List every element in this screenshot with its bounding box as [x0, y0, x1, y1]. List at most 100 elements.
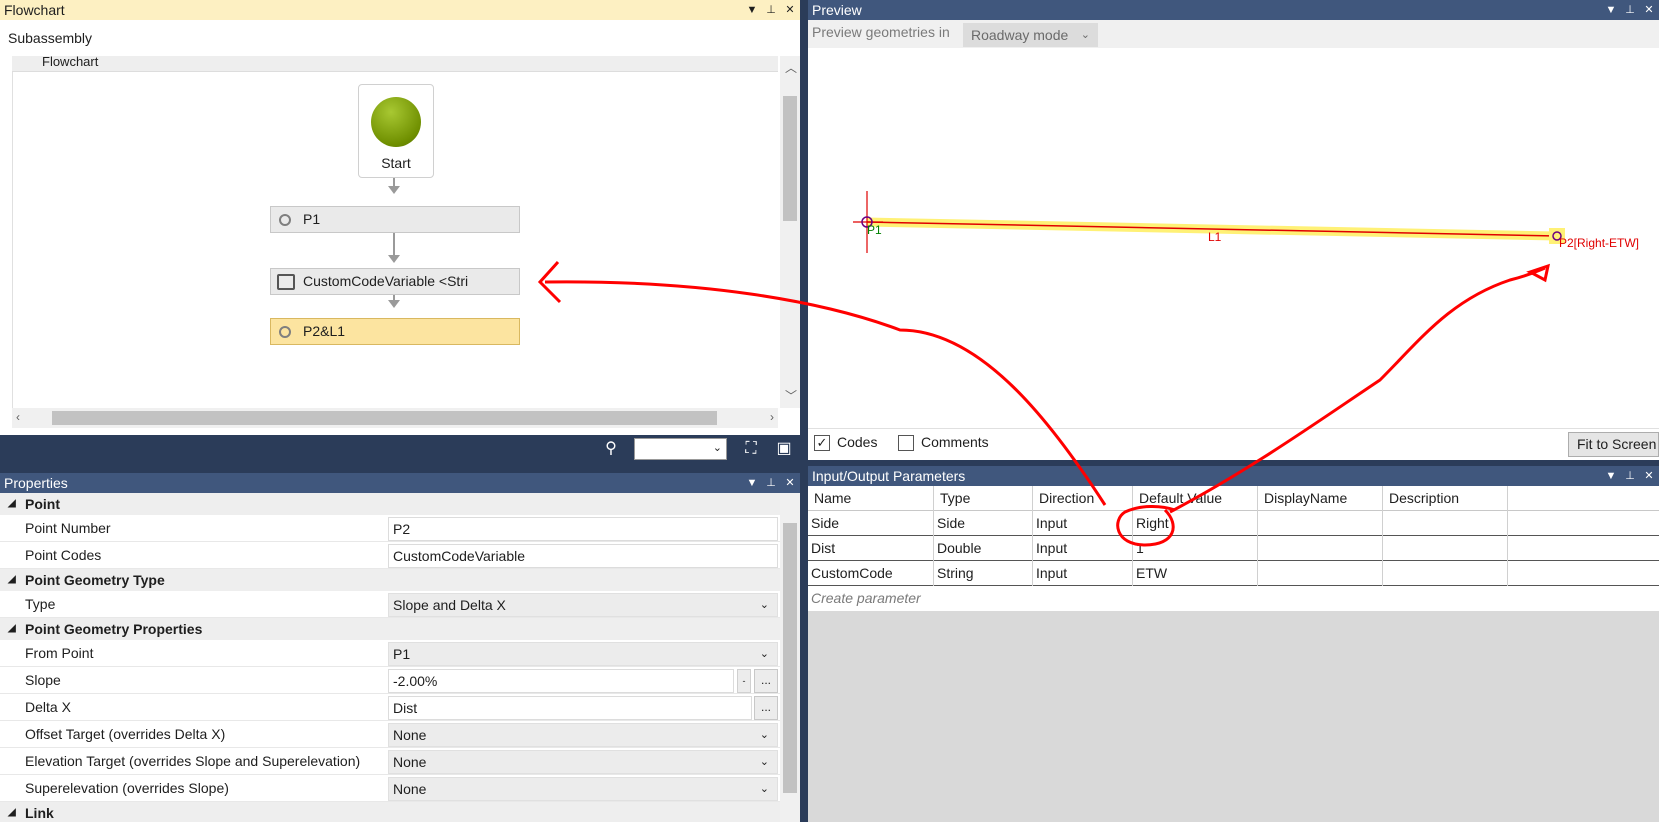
chevron-down-icon: ⌄: [759, 729, 769, 741]
cell-default-value[interactable]: ETW: [1133, 561, 1258, 586]
dropdown-icon[interactable]: ▼: [1605, 0, 1617, 20]
column-header-default-value[interactable]: Default Value: [1133, 486, 1258, 511]
cell-name[interactable]: CustomCode: [808, 561, 934, 586]
column-header-description[interactable]: Description: [1383, 486, 1508, 511]
dropdown-icon[interactable]: ▼: [746, 473, 758, 493]
table-row[interactable]: Dist Double Input 1: [808, 536, 1659, 561]
cell-type[interactable]: Double: [934, 536, 1033, 561]
cell-displayname[interactable]: [1258, 561, 1383, 586]
point-codes-field[interactable]: CustomCodeVariable: [388, 544, 778, 568]
start-node[interactable]: Start: [358, 84, 434, 178]
search-icon[interactable]: ⚲: [601, 439, 621, 459]
collapse-triangle-icon[interactable]: ◢: [8, 618, 16, 640]
column-header-type[interactable]: Type: [934, 486, 1033, 511]
dropdown-icon[interactable]: ▼: [1605, 466, 1617, 486]
scroll-up-icon[interactable]: ︿: [785, 59, 797, 76]
column-header-direction[interactable]: Direction: [1033, 486, 1133, 511]
preview-mode-select[interactable]: Roadway mode ⌄: [963, 23, 1098, 47]
cell-displayname[interactable]: [1258, 536, 1383, 561]
codes-checkbox[interactable]: ✓: [814, 435, 830, 451]
cell-type[interactable]: String: [934, 561, 1033, 586]
group-point[interactable]: ◢ Point: [0, 493, 780, 515]
cell-description[interactable]: [1383, 511, 1508, 536]
l1-label: L1: [1208, 230, 1222, 244]
cell-description[interactable]: [1383, 561, 1508, 586]
type-select[interactable]: Slope and Delta X ⌄: [388, 593, 778, 617]
preview-canvas[interactable]: P1 L1 P2[Right-ETW]: [808, 48, 1659, 428]
connector-arrow: [388, 255, 400, 263]
point-node-icon: [279, 326, 291, 338]
flow-node-customcodevariable[interactable]: CustomCodeVariable <Stri: [270, 268, 520, 295]
cell-name[interactable]: Side: [808, 511, 934, 536]
p1-label: P1: [867, 223, 882, 237]
zoom-dropdown[interactable]: ⌄: [634, 438, 727, 460]
from-point-select[interactable]: P1 ⌄: [388, 642, 778, 666]
fit-to-screen-button[interactable]: Fit to Screen: [1568, 432, 1659, 457]
properties-title: Properties: [4, 475, 68, 491]
comments-checkbox[interactable]: [898, 435, 914, 451]
point-number-field[interactable]: P2: [388, 517, 778, 541]
elevation-target-select[interactable]: None ⌄: [388, 750, 778, 774]
close-icon[interactable]: ✕: [1643, 466, 1655, 486]
io-title: Input/Output Parameters: [812, 468, 966, 484]
fit-view-icon[interactable]: ⛶: [741, 439, 761, 459]
offset-target-select[interactable]: None ⌄: [388, 723, 778, 747]
scrollbar-thumb[interactable]: [52, 411, 717, 425]
cell-default-value[interactable]: Right: [1133, 511, 1258, 536]
group-label: Point Geometry Type: [25, 572, 165, 588]
pin-icon[interactable]: ⊥: [1624, 466, 1636, 486]
cell-displayname[interactable]: [1258, 511, 1383, 536]
chevron-down-icon: ⌄: [712, 442, 722, 454]
dropdown-icon[interactable]: ▼: [746, 0, 758, 20]
properties-scrollbar[interactable]: [780, 493, 800, 822]
collapse-triangle-icon[interactable]: ◢: [8, 569, 16, 591]
flow-node-label: P2&L1: [303, 323, 346, 339]
cell-direction[interactable]: Input: [1033, 536, 1133, 561]
scroll-left-icon[interactable]: ‹: [16, 410, 20, 424]
column-header-name[interactable]: Name: [808, 486, 934, 511]
scrollbar-thumb[interactable]: [783, 96, 797, 221]
io-titlebar: Input/Output Parameters ▼ ⊥ ✕: [808, 466, 1659, 486]
delta-x-field[interactable]: Dist: [388, 696, 752, 720]
preview-toolbar: Preview geometries in Roadway mode ⌄: [808, 20, 1659, 48]
create-parameter-row[interactable]: Create parameter: [808, 586, 1659, 611]
cell-name[interactable]: Dist: [808, 536, 934, 561]
scroll-right-icon[interactable]: ›: [770, 410, 774, 424]
collapse-triangle-icon[interactable]: ◢: [8, 802, 16, 822]
prop-superelevation: Superelevation (overrides Slope) None ⌄: [0, 775, 780, 802]
scrollbar-thumb[interactable]: [783, 523, 797, 793]
flow-node-p1[interactable]: P1: [270, 206, 520, 233]
scroll-down-icon[interactable]: ﹀: [785, 387, 797, 404]
slope-spinner[interactable]: -: [737, 669, 751, 693]
group-link[interactable]: ◢ Link: [0, 802, 780, 822]
collapse-triangle-icon[interactable]: ◢: [8, 493, 16, 515]
table-row[interactable]: CustomCode String Input ETW: [808, 561, 1659, 586]
pin-icon[interactable]: ⊥: [765, 0, 777, 20]
group-point-geometry-type[interactable]: ◢ Point Geometry Type: [0, 569, 780, 591]
pin-icon[interactable]: ⊥: [765, 473, 777, 493]
slope-more-button[interactable]: ...: [754, 669, 778, 693]
column-header-displayname[interactable]: DisplayName: [1258, 486, 1383, 511]
cell-description[interactable]: [1383, 536, 1508, 561]
close-icon[interactable]: ✕: [784, 473, 796, 493]
flow-node-p2l1[interactable]: P2&L1: [270, 318, 520, 345]
delta-x-more-button[interactable]: ...: [754, 696, 778, 720]
flowchart-horizontal-scrollbar[interactable]: ‹ ›: [12, 408, 778, 428]
superelevation-select[interactable]: None ⌄: [388, 777, 778, 801]
select-value: Slope and Delta X: [393, 597, 506, 613]
codes-label: Codes: [837, 434, 878, 450]
pin-icon[interactable]: ⊥: [1624, 0, 1636, 20]
close-icon[interactable]: ✕: [784, 0, 796, 20]
flow-node-label: P1: [303, 211, 321, 227]
group-point-geometry-properties[interactable]: ◢ Point Geometry Properties: [0, 618, 780, 640]
flowchart-vertical-scrollbar[interactable]: ︿ ﹀: [780, 56, 800, 408]
cell-type[interactable]: Side: [934, 511, 1033, 536]
breadcrumb[interactable]: Flowchart: [12, 56, 778, 72]
overview-icon[interactable]: ▣: [774, 439, 794, 459]
table-row[interactable]: Side Side Input Right: [808, 511, 1659, 536]
cell-direction[interactable]: Input: [1033, 561, 1133, 586]
cell-direction[interactable]: Input: [1033, 511, 1133, 536]
close-icon[interactable]: ✕: [1643, 0, 1655, 20]
slope-field[interactable]: -2.00%: [388, 669, 734, 693]
cell-default-value[interactable]: 1: [1133, 536, 1258, 561]
